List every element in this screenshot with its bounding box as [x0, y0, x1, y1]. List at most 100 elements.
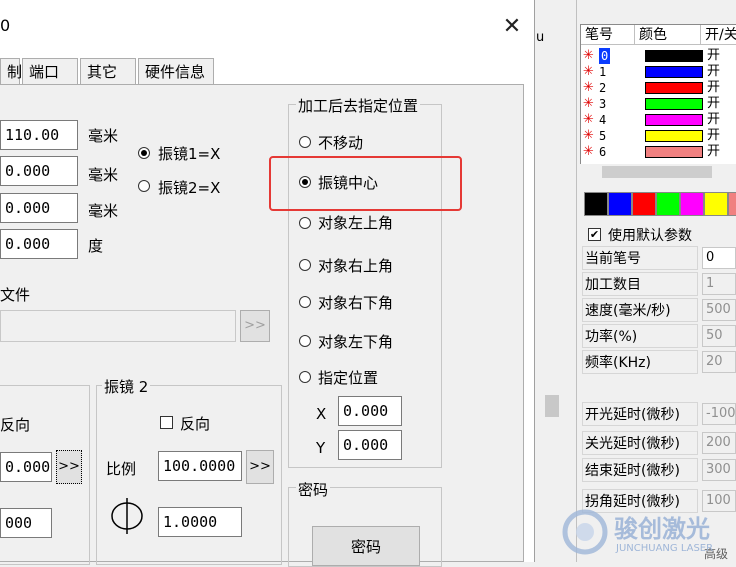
use-default-checkbox[interactable]: ✔	[588, 228, 601, 241]
pen-color-swatch	[645, 130, 703, 142]
param-speed-field[interactable]: 500	[702, 299, 736, 321]
pen-row-5[interactable]: ✳ 5 开	[581, 128, 736, 144]
galvo1-x-label: 振镜1=X	[158, 145, 221, 163]
radio-top-right[interactable]	[299, 259, 311, 271]
param-off-delay-field[interactable]: 200	[702, 432, 736, 454]
pen-row-2[interactable]: ✳ 2 开	[581, 80, 736, 96]
param-label-end-delay: 结束延时(微秒)	[582, 458, 698, 482]
galvo2-reverse-checkbox[interactable]	[160, 416, 173, 429]
offset-field-3[interactable]: 0.000	[0, 193, 78, 223]
option-top-right: 对象右上角	[318, 257, 394, 275]
radio-specified-position[interactable]	[299, 371, 311, 383]
pen-color-swatch	[645, 50, 703, 62]
pen-row-6[interactable]: ✳ 6 开	[581, 144, 736, 160]
galvo2-ratio-label: 比例	[106, 460, 137, 478]
param-label-on-delay: 开光延时(微秒)	[582, 402, 698, 426]
brand-name: 骏创激光	[614, 515, 710, 543]
palette-color-pink[interactable]	[728, 192, 736, 216]
param-count-field[interactable]: 1	[702, 273, 736, 295]
tab-other[interactable]: 其它	[80, 58, 136, 86]
radio-bottom-left[interactable]	[299, 335, 311, 347]
onoff-column-header: 开/关	[701, 25, 736, 45]
option-specified-position: 指定位置	[318, 369, 379, 387]
file-path-field[interactable]	[0, 310, 236, 342]
param-on-delay-field[interactable]: -100	[702, 403, 736, 425]
galvo2-ratio-field[interactable]: 100.0000	[158, 451, 242, 481]
position-y-field[interactable]: 0.000	[338, 430, 402, 460]
pen-number: 5	[599, 129, 607, 143]
palette-color-blue[interactable]	[608, 192, 632, 216]
param-power-field[interactable]: 50	[702, 325, 736, 347]
param-current-pen-field[interactable]: 0	[702, 247, 736, 269]
galvo2-x-radio[interactable]	[138, 180, 150, 192]
param-label-off-delay: 关光延时(微秒)	[582, 431, 698, 455]
param-frequency-field[interactable]: 20	[702, 351, 736, 373]
radio-no-move[interactable]	[299, 136, 311, 148]
tab-control[interactable]: 制	[0, 58, 22, 86]
close-icon[interactable]: ✕	[496, 12, 528, 42]
galvo1-ratio-button[interactable]: >>	[56, 450, 82, 484]
pen-star-icon: ✳	[583, 112, 594, 127]
unit-label: 毫米	[88, 166, 119, 184]
pen-row-1[interactable]: ✳ 1 开	[581, 64, 736, 80]
color-column-header: 颜色	[635, 25, 701, 45]
password-button[interactable]: 密码	[312, 526, 420, 566]
galvo1-field-2[interactable]: 000	[0, 508, 52, 538]
tab-port[interactable]: 端口	[22, 58, 78, 86]
offset-field-1[interactable]: 110.00	[0, 120, 78, 150]
param-label-current-pen: 当前笔号	[582, 246, 698, 270]
scrollbar-thumb[interactable]	[602, 166, 712, 178]
pen-color-swatch	[645, 146, 703, 158]
position-x-field[interactable]: 0.000	[338, 396, 402, 426]
pen-star-icon: ✳	[583, 144, 594, 159]
title-bar: 0 ✕	[0, 0, 534, 60]
radio-bottom-right[interactable]	[299, 296, 311, 308]
galvo2-field-2[interactable]: 1.0000	[158, 507, 242, 537]
browse-file-button[interactable]: >>	[240, 310, 270, 342]
param-end-delay-field[interactable]: 300	[702, 459, 736, 481]
background-scrollbar-thumb[interactable]	[545, 395, 559, 417]
angle-field[interactable]: 0.000	[0, 229, 78, 259]
y-label: Y	[316, 439, 326, 457]
brand-subtitle: JUNCHUANG LASER	[616, 543, 714, 554]
galvo2-x-label: 振镜2=X	[158, 179, 221, 197]
pen-color-swatch	[645, 66, 703, 78]
radio-top-left[interactable]	[299, 217, 311, 229]
pen-number: 6	[599, 145, 607, 159]
pen-row-4[interactable]: ✳ 4 开	[581, 112, 736, 128]
palette-color-black[interactable]	[584, 192, 608, 216]
tab-hardware-info[interactable]: 硬件信息	[138, 58, 214, 86]
use-default-label: 使用默认参数	[608, 228, 692, 244]
option-bottom-right: 对象右下角	[318, 294, 394, 312]
pen-color-swatch	[645, 114, 703, 126]
palette-color-green[interactable]	[656, 192, 680, 216]
galvo2-title: 振镜 2	[102, 376, 151, 397]
palette-color-yellow[interactable]	[704, 192, 728, 216]
palette-color-red[interactable]	[632, 192, 656, 216]
pen-state: 开	[707, 96, 721, 111]
pen-star-icon: ✳	[583, 128, 594, 143]
param-label-frequency: 频率(KHz)	[582, 350, 698, 374]
param-label-power: 功率(%)	[582, 324, 698, 348]
galvo1-ratio-field[interactable]: 0.0000	[0, 452, 52, 482]
pen-list-scrollbar[interactable]	[580, 164, 736, 180]
galvo-axis-icon	[111, 498, 143, 534]
galvo2-ratio-button[interactable]: >>	[246, 450, 274, 484]
pen-number: 3	[599, 97, 607, 111]
file-label: 文件	[0, 286, 31, 304]
pen-row-0[interactable]: ✳ 0 开	[581, 48, 736, 64]
brand-logo-icon	[562, 509, 608, 555]
pen-state: 开	[707, 80, 721, 95]
pen-state: 开	[707, 144, 721, 159]
after-process-title: 加工后去指定位置	[296, 95, 421, 116]
option-no-move: 不移动	[318, 134, 364, 152]
pen-number: 1	[599, 65, 607, 79]
password-title: 密码	[296, 479, 331, 500]
pen-number: 0	[599, 48, 611, 64]
offset-field-2[interactable]: 0.000	[0, 156, 78, 186]
pen-row-3[interactable]: ✳ 3 开	[581, 96, 736, 112]
galvo1-reverse-label: 反向	[0, 416, 31, 434]
galvo1-x-radio[interactable]	[138, 147, 150, 159]
palette-color-magenta[interactable]	[680, 192, 704, 216]
pen-state: 开	[707, 64, 721, 79]
